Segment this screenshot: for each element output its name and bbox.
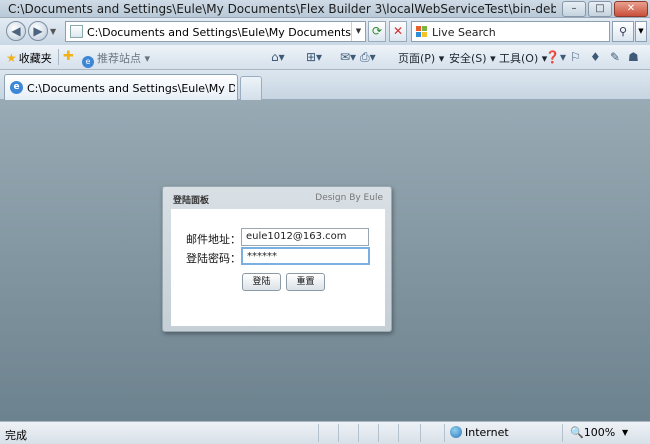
- stop-icon: ✕: [392, 24, 404, 38]
- page-menu[interactable]: 页面(P) ▾: [398, 50, 444, 66]
- tab-bar: e C:\Documents and Settings\Eule\My Docu…: [0, 70, 650, 100]
- suggested-sites-button[interactable]: e 推荐站点 ▾: [82, 50, 150, 68]
- tab-label: C:\Documents and Settings\Eule\My Docume…: [27, 82, 235, 95]
- email-field[interactable]: eule1012@163.com: [241, 228, 369, 246]
- messenger-icon[interactable]: ♦: [590, 50, 601, 64]
- refresh-icon: ⟳: [371, 24, 383, 38]
- arrow-left-icon: ◀: [11, 24, 21, 38]
- mail-icon[interactable]: ✉▾: [340, 50, 356, 64]
- favorites-button[interactable]: ★ 收藏夹: [6, 50, 52, 66]
- print-icon[interactable]: ⎙▾: [360, 50, 376, 65]
- title-bar: C:\Documents and Settings\Eule\My Docume…: [0, 0, 650, 18]
- star-icon: ★: [6, 51, 17, 65]
- status-divider: [318, 424, 319, 442]
- page-content: 登陆面板 Design By Eule 邮件地址： eule1012@163.c…: [0, 100, 650, 421]
- status-bar: 完成 Internet 🔍100% ▼: [0, 421, 650, 444]
- search-options-dropdown[interactable]: ▼: [635, 21, 647, 42]
- zoom-level[interactable]: 🔍100%: [570, 426, 615, 439]
- address-dropdown[interactable]: ▼: [351, 22, 365, 41]
- email-label: 邮件地址：: [186, 233, 241, 246]
- maximize-button[interactable]: □: [588, 1, 612, 17]
- search-input[interactable]: Live Search: [432, 26, 496, 39]
- security-zone[interactable]: Internet: [450, 426, 509, 439]
- bookmark-icon[interactable]: ☗: [628, 50, 639, 64]
- panel-title: 登陆面板: [173, 196, 210, 206]
- help-icon[interactable]: ❓▾: [545, 50, 566, 64]
- favorites-label: 收藏夹: [18, 52, 52, 65]
- status-divider: [562, 424, 563, 442]
- status-divider: [358, 424, 359, 442]
- login-button[interactable]: 登陆: [242, 273, 281, 291]
- add-favorite-icon[interactable]: ✚: [63, 49, 74, 64]
- separator: [58, 49, 59, 65]
- safety-menu-label: 安全(S): [449, 52, 487, 65]
- zoom-dropdown[interactable]: ▼: [622, 428, 628, 437]
- suggested-sites-label: 推荐站点: [97, 52, 141, 65]
- translate-icon[interactable]: ✎: [610, 50, 620, 64]
- safety-menu[interactable]: 安全(S) ▾: [449, 50, 496, 66]
- password-label: 登陆密码：: [186, 252, 241, 265]
- history-dropdown[interactable]: ▼: [50, 27, 56, 36]
- tools-menu-label: 工具(O): [499, 52, 539, 65]
- arrow-right-icon: ▶: [33, 24, 43, 38]
- home-icon[interactable]: ⌂▾: [271, 50, 285, 64]
- tools-menu[interactable]: 工具(O) ▾: [499, 50, 547, 66]
- status-divider: [444, 424, 445, 442]
- page-menu-label: 页面(P): [398, 52, 436, 65]
- globe-icon: [450, 426, 462, 438]
- magnifier-icon: ⚲: [618, 25, 628, 38]
- refresh-button[interactable]: ⟳: [368, 21, 386, 42]
- zone-label: Internet: [465, 426, 509, 439]
- research-icon[interactable]: ⚐: [570, 50, 581, 64]
- status-divider: [420, 424, 421, 442]
- forward-button[interactable]: ▶: [28, 21, 48, 41]
- command-bar: ★ 收藏夹 ✚ e 推荐站点 ▾ ⌂▾ ⊞▾ ✉▾ ⎙▾ 页面(P) ▾ 安全(S)…: [0, 45, 650, 70]
- ie-icon: e: [10, 81, 23, 94]
- status-text: 完成: [5, 429, 27, 442]
- zoom-label: 100%: [583, 426, 616, 439]
- feeds-icon[interactable]: ⊞▾: [306, 50, 322, 64]
- panel-credit: Design By Eule: [315, 193, 383, 203]
- status-divider: [378, 424, 379, 442]
- back-button[interactable]: ◀: [6, 21, 26, 41]
- search-box[interactable]: Live Search: [411, 21, 610, 42]
- status-divider: [338, 424, 339, 442]
- search-button[interactable]: ⚲: [612, 21, 634, 42]
- password-field[interactable]: ******: [241, 247, 370, 265]
- window-title: C:\Documents and Settings\Eule\My Docume…: [8, 2, 556, 16]
- tab-current[interactable]: e C:\Documents and Settings\Eule\My Docu…: [4, 74, 238, 100]
- close-button[interactable]: ✕: [614, 1, 648, 17]
- login-form: 邮件地址： eule1012@163.com 登陆密码： ****** 登陆 重…: [171, 209, 385, 326]
- minimize-button[interactable]: –: [562, 1, 586, 17]
- navigation-bar: ◀ ▶ ▼ C:\Documents and Settings\Eule\My …: [0, 18, 650, 45]
- page-icon: [70, 25, 83, 38]
- new-tab-button[interactable]: [240, 76, 262, 100]
- windows-logo-icon: [416, 26, 428, 38]
- login-panel: 登陆面板 Design By Eule 邮件地址： eule1012@163.c…: [162, 186, 392, 332]
- reset-button[interactable]: 重置: [286, 273, 325, 291]
- status-divider: [398, 424, 399, 442]
- address-bar[interactable]: C:\Documents and Settings\Eule\My Docume…: [65, 21, 366, 42]
- address-input[interactable]: C:\Documents and Settings\Eule\My Docume…: [87, 26, 352, 39]
- stop-button[interactable]: ✕: [389, 21, 407, 42]
- ie-icon: e: [82, 56, 94, 68]
